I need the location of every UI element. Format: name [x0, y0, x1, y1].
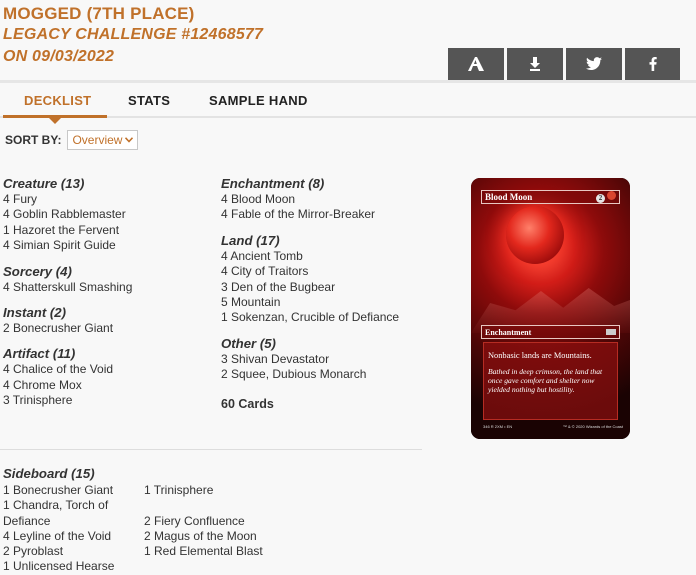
card-name: Blood Moon — [485, 192, 533, 202]
download-button[interactable] — [507, 48, 563, 80]
card-entry[interactable]: 3 Shivan Devastator — [221, 352, 441, 367]
card-entry[interactable]: 4 Shatterskull Smashing — [3, 280, 213, 295]
download-icon — [530, 57, 540, 71]
sort-select[interactable]: Overview — [67, 130, 139, 150]
card-flavor-text: Bathed in deep crimson, the land that on… — [488, 367, 603, 394]
card-entry[interactable]: 4 Fable of the Mirror-Breaker — [221, 207, 441, 222]
deck-section: Enchantment (8) 4 Blood Moon 4 Fable of th… — [221, 175, 441, 223]
facebook-share-button[interactable] — [625, 48, 680, 80]
card-rules-text: Nonbasic lands are Mountains. — [488, 351, 592, 360]
section-title: Instant (2) — [3, 305, 67, 321]
mana-cost: 2 — [594, 191, 616, 203]
sideboard-card-entry[interactable]: 2 Magus of the Moon — [144, 529, 284, 544]
sideboard-card-entry[interactable]: 1 Unlicensed Hearse — [3, 559, 135, 574]
card-entry[interactable]: 5 Mountain — [221, 295, 441, 310]
decklist-left-column: Creature (13) 4 Fury 4 Goblin Rabblemaster… — [3, 175, 213, 418]
card-name-bar: Blood Moon 2 — [481, 190, 620, 204]
card-collector-info: 346 R 2XM • EN — [483, 424, 513, 429]
card-entry[interactable]: 3 Trinisphere — [3, 393, 213, 408]
deck-section: Artifact (11) 4 Chalice of the Void 4 Chro… — [3, 345, 213, 408]
event-date: ON 09/03/2022 — [3, 48, 115, 65]
card-type: Enchantment — [485, 327, 532, 337]
arena-icon — [468, 57, 484, 71]
tab-sample-hand[interactable]: SAMPLE HAND — [209, 93, 308, 108]
card-entry[interactable]: 4 City of Traitors — [221, 264, 441, 279]
card-entry[interactable]: 4 Fury — [3, 192, 213, 207]
sideboard-divider — [0, 449, 422, 450]
decklist-right-column: Enchantment (8) 4 Blood Moon 4 Fable of th… — [221, 175, 441, 412]
generic-mana-icon: 2 — [596, 193, 605, 203]
sideboard-col-1: 1 Bonecrusher Giant 1 Chandra, Torch of D… — [3, 483, 135, 575]
section-title: Land (17) — [221, 232, 280, 248]
card-entry[interactable]: 1 Sokenzan, Crucible of Defiance — [221, 310, 441, 325]
share-buttons — [448, 48, 680, 80]
sideboard-title: Sideboard (15) — [3, 466, 95, 481]
sideboard-card-entry[interactable]: 2 Pyroblast — [3, 544, 135, 559]
card-footer: 346 R 2XM • EN ™ & © 2020 Wizards of the… — [483, 424, 623, 429]
sideboard-col-2: 1 Trinisphere 2 Fiery Confluence 2 Magus o… — [144, 483, 284, 559]
section-title: Other (5) — [221, 335, 276, 351]
tab-bar: DECKLIST STATS SAMPLE HAND — [0, 93, 696, 124]
card-entry[interactable]: 4 Chrome Mox — [3, 378, 213, 393]
deck-section: Instant (2) 2 Bonecrusher Giant — [3, 304, 213, 336]
card-entry[interactable]: 2 Squee, Dubious Monarch — [221, 367, 441, 382]
arena-export-button[interactable] — [448, 48, 504, 80]
sort-selected-value: Overview — [72, 133, 123, 147]
sideboard-card-entry[interactable]: 1 Trinisphere — [144, 483, 284, 498]
sideboard-card-entry[interactable]: 1 Bonecrusher Giant — [3, 483, 135, 498]
card-preview: Blood Moon 2 Enchantment Nonbasic lands … — [471, 178, 630, 439]
facebook-icon — [649, 57, 657, 71]
sort-label: SORT BY: — [5, 133, 62, 147]
chevron-down-icon — [125, 137, 134, 143]
card-text-box: Nonbasic lands are Mountains. Bathed in … — [483, 342, 618, 420]
deck-section: Creature (13) 4 Fury 4 Goblin Rabblemaster… — [3, 175, 213, 254]
set-symbol-icon — [606, 329, 616, 335]
sort-control: SORT BY: Overview — [5, 130, 139, 150]
card-entry[interactable]: 4 Simian Spirit Guide — [3, 238, 213, 253]
deck-section: Land (17) 4 Ancient Tomb 4 City of Traitor… — [221, 232, 441, 326]
section-title: Artifact (11) — [3, 346, 76, 362]
deck-section: Other (5) 3 Shivan Devastator 2 Squee, Dub… — [221, 335, 441, 383]
card-entry[interactable]: 2 Bonecrusher Giant — [3, 321, 213, 336]
section-title: Creature (13) — [3, 176, 85, 191]
twitter-icon — [586, 57, 602, 70]
card-entry[interactable]: 3 Den of the Bugbear — [221, 280, 441, 295]
sideboard-card-entry[interactable]: 4 Leyline of the Void — [3, 529, 135, 544]
card-entry[interactable]: 4 Blood Moon — [221, 192, 441, 207]
card-copyright: ™ & © 2020 Wizards of the Coast — [562, 424, 623, 429]
twitter-share-button[interactable] — [566, 48, 622, 80]
card-entry[interactable]: 4 Ancient Tomb — [221, 249, 441, 264]
section-title: Enchantment (8) — [221, 176, 325, 191]
section-title: Sorcery (4) — [3, 263, 72, 279]
card-count-total: 60 Cards — [221, 396, 274, 411]
deck-header: MOGGED (7TH PLACE) LEGACY CHALLENGE #124… — [3, 4, 263, 68]
red-mana-icon — [607, 191, 616, 201]
blood-moon-art — [506, 206, 564, 264]
event-name: LEGACY CHALLENGE #12468577 — [3, 26, 264, 43]
deck-title: MOGGED (7TH PLACE) — [3, 4, 195, 23]
card-type-bar: Enchantment — [481, 325, 620, 339]
card-entry[interactable]: 4 Goblin Rabblemaster — [3, 207, 213, 222]
tab-stats[interactable]: STATS — [128, 93, 170, 108]
sideboard-card-entry[interactable]: 2 Fiery Confluence — [144, 514, 284, 529]
active-tab-indicator — [3, 115, 107, 124]
sideboard-card-entry[interactable]: 1 Red Elemental Blast — [144, 544, 284, 559]
deck-section: Sorcery (4) 4 Shatterskull Smashing — [3, 263, 213, 295]
header-divider — [0, 80, 696, 83]
card-entry[interactable]: 1 Hazoret the Fervent — [3, 223, 213, 238]
tab-decklist[interactable]: DECKLIST — [24, 93, 91, 108]
sideboard-card-entry[interactable]: 1 Chandra, Torch of Defiance — [3, 498, 135, 529]
card-entry[interactable]: 4 Chalice of the Void — [3, 362, 213, 377]
